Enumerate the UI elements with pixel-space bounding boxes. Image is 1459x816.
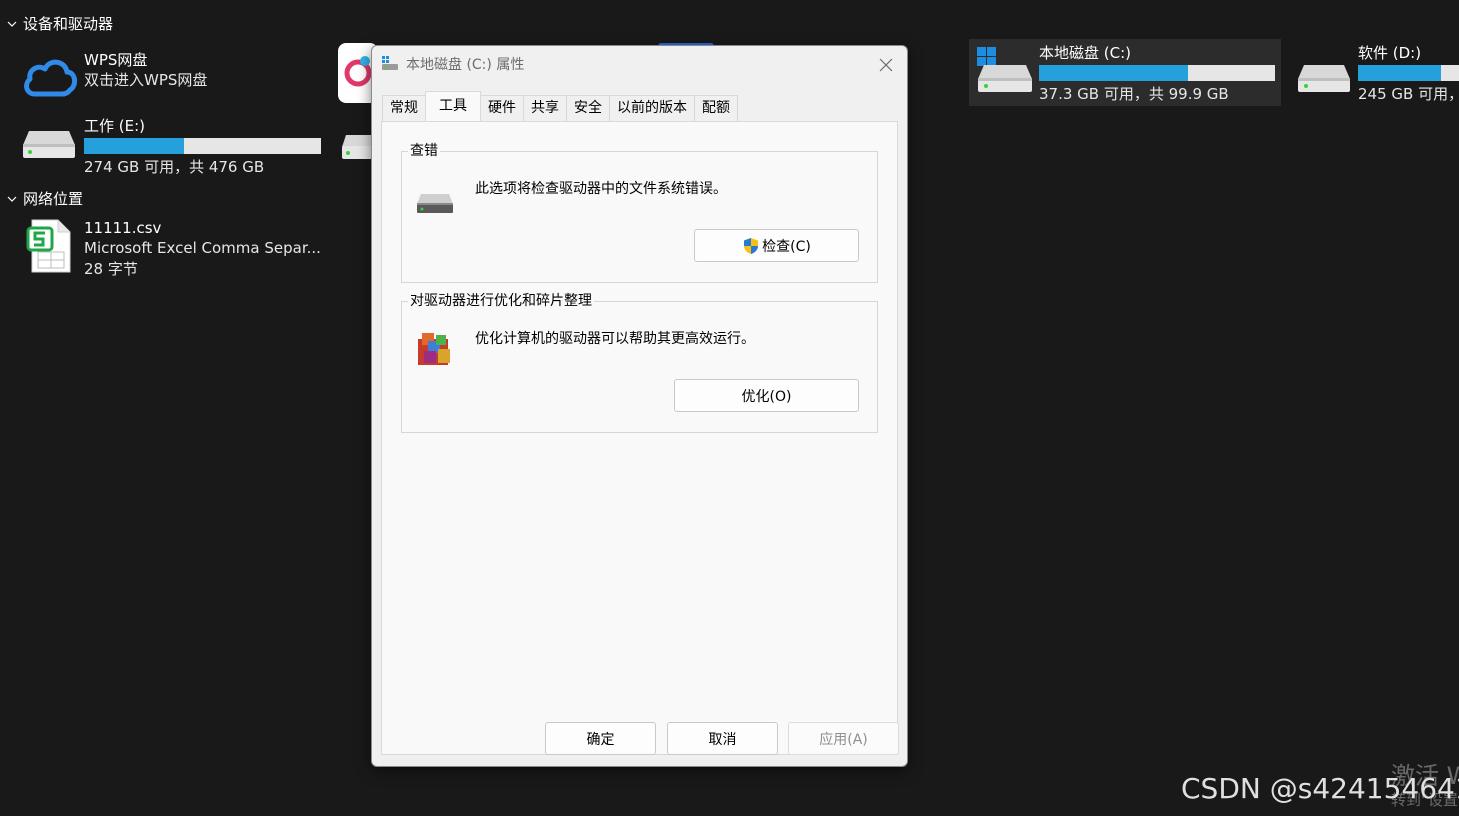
optimize-description: 优化计算机的驱动器可以帮助其更高效运行。: [475, 331, 755, 347]
chevron-down-icon: [7, 21, 17, 27]
defrag-icon: [418, 333, 450, 365]
hard-drive-icon: [417, 194, 453, 213]
hard-drive-icon: [342, 135, 372, 159]
tab-quota[interactable]: 配额: [694, 95, 738, 121]
drive-d[interactable]: 软件 (D:) 245 GB 可用，: [1292, 39, 1459, 105]
drive-c-usage-bar: [1039, 65, 1275, 81]
apply-button[interactable]: 应用(A): [788, 722, 899, 755]
dialog-title: 本地磁盘 (C:) 属性: [406, 57, 525, 73]
drive-c[interactable]: 本地磁盘 (C:) 37.3 GB 可用，共 99.9 GB: [969, 39, 1281, 106]
optimize-button[interactable]: 优化(O): [674, 379, 859, 412]
chevron-down-icon: [7, 196, 17, 202]
system-drive-icon: [973, 43, 1035, 99]
drive-e-space: 274 GB 可用，共 476 GB: [84, 158, 265, 176]
tab-hardware[interactable]: 硬件: [480, 95, 524, 121]
drive-d-name: 软件 (D:): [1358, 44, 1422, 62]
tools-tab-panel: 查错 此选项将检查驱动器中的文件系统错误。 检查(C) 对驱动器进行优化和碎片整…: [381, 121, 898, 755]
drive-d-usage-bar: [1358, 65, 1459, 81]
close-icon: [879, 58, 893, 72]
spreadsheet-file-icon: [18, 218, 80, 274]
drive-e-usage-bar: [84, 138, 321, 154]
wps-sub: 双击进入WPS网盘: [84, 71, 208, 89]
ok-button[interactable]: 确定: [545, 722, 656, 755]
drive-c-space: 37.3 GB 可用，共 99.9 GB: [1039, 85, 1229, 103]
tab-general[interactable]: 常规: [382, 95, 426, 121]
tab-tools[interactable]: 工具: [425, 91, 481, 121]
tab-strip: 常规 工具 硬件 共享 安全 以前的版本 配额: [382, 91, 738, 121]
network-section-label: 网络位置: [23, 190, 84, 208]
error-checking-description: 此选项将检查驱动器中的文件系统错误。: [475, 181, 727, 197]
wps-cloud-drive[interactable]: WPS网盘 双击进入WPS网盘: [18, 50, 207, 106]
csv-file[interactable]: 11111.csv Microsoft Excel Comma Separ...…: [18, 218, 321, 280]
drive-e-name: 工作 (E:): [84, 117, 146, 135]
devices-section-header[interactable]: 设备和驱动器: [6, 13, 113, 34]
error-checking-legend: 查错: [408, 142, 440, 160]
tab-previous-versions[interactable]: 以前的版本: [609, 95, 695, 121]
devices-section-label: 设备和驱动器: [23, 15, 114, 33]
csv-file-size: 28 字节: [84, 260, 138, 278]
csv-file-type: Microsoft Excel Comma Separ...: [84, 239, 321, 257]
tab-sharing[interactable]: 共享: [523, 95, 567, 121]
cancel-button[interactable]: 取消: [667, 722, 778, 755]
check-button[interactable]: 检查(C): [694, 229, 859, 262]
csv-file-name: 11111.csv: [84, 219, 162, 237]
dialog-titlebar[interactable]: 本地磁盘 (C:) 属性: [372, 46, 907, 82]
drive-e[interactable]: 工作 (E:) 274 GB 可用，共 476 GB: [18, 116, 321, 178]
wps-name: WPS网盘: [84, 51, 148, 69]
drive-title-icon: [382, 56, 398, 70]
drive-d-space: 245 GB 可用，: [1358, 85, 1459, 103]
drive-c-name: 本地磁盘 (C:): [1039, 44, 1131, 62]
optimize-group: 对驱动器进行优化和碎片整理 优化计算机的驱动器可以帮助其更高效运行。 优化(O): [401, 292, 878, 433]
properties-dialog: 本地磁盘 (C:) 属性 常规 工具 硬件 共享 安全 以前的版本 配额 查错 …: [371, 45, 908, 767]
cloud-icon: [18, 50, 80, 106]
tab-security[interactable]: 安全: [566, 95, 610, 121]
network-section-header[interactable]: 网络位置: [6, 188, 83, 209]
hard-drive-icon: [18, 116, 80, 172]
csdn-watermark: CSDN @s424154641: [1181, 772, 1459, 805]
error-checking-group: 查错 此选项将检查驱动器中的文件系统错误。 检查(C): [401, 142, 878, 283]
check-button-label: 检查(C): [762, 238, 811, 255]
uac-shield-icon: [744, 237, 759, 254]
close-button[interactable]: [875, 54, 897, 76]
optimize-legend: 对驱动器进行优化和碎片整理: [408, 292, 594, 310]
hard-drive-icon: [1292, 43, 1354, 99]
